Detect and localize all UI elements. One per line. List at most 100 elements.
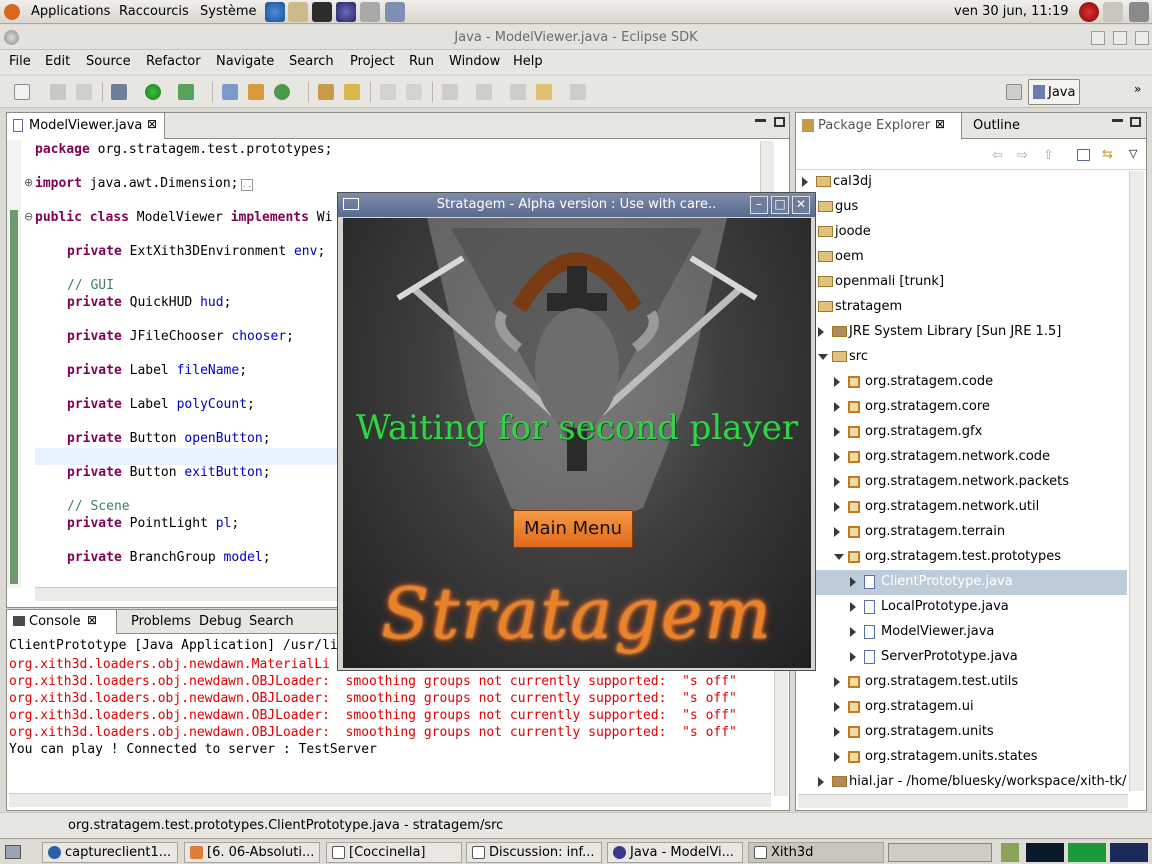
tab-search[interactable]: Search [243,610,300,634]
tree-vertical-scrollbar[interactable] [1129,171,1144,791]
menu-project[interactable]: Project [350,54,394,69]
clock[interactable]: ven 30 jun, 11:19 [954,4,1069,19]
eclipse-launcher-icon[interactable] [336,2,356,22]
collapse-all-icon[interactable] [1077,149,1090,161]
code-line[interactable]: private PointLight pl; [67,516,239,531]
external-tools-icon[interactable] [178,84,194,100]
tree-item[interactable]: org.stratagem.network.code [796,445,1127,470]
menu-raccourcis[interactable]: Raccourcis [119,4,189,19]
last-edit-icon[interactable] [510,84,526,100]
open-perspective-icon[interactable] [1006,84,1022,100]
tree-item[interactable]: org.stratagem.network.packets [796,470,1127,495]
collapsed-arrow-icon[interactable] [834,702,840,712]
shell-launcher-icon[interactable] [360,2,380,22]
tree-item[interactable]: org.stratagem.ui [796,695,1127,720]
code-line[interactable]: public class ModelViewer implements Wi [35,210,332,225]
maximize-button[interactable] [1113,31,1127,45]
tree-item[interactable]: ModelViewer.java [796,620,1127,645]
menu-source[interactable]: Source [86,54,131,69]
code-line[interactable]: import java.awt.Dimension;.. [35,176,254,191]
collapsed-arrow-icon[interactable] [834,452,840,462]
minimize-button[interactable] [1091,31,1105,45]
tree-item[interactable]: org.stratagem.core [796,395,1127,420]
tab-package-explorer[interactable]: Package Explorer ⊠ [796,113,962,139]
menu-systeme[interactable]: Système [200,4,256,19]
menu-search[interactable]: Search [289,54,334,69]
taskbar-item[interactable]: Xith3d [748,842,884,863]
collapsed-arrow-icon[interactable] [834,727,840,737]
tree-horizontal-scrollbar[interactable] [798,794,1128,808]
tree-item[interactable]: org.stratagem.terrain [796,520,1127,545]
new-java-project-icon[interactable] [222,84,238,100]
back-icon[interactable]: ⇦ [992,148,1003,163]
menu-file[interactable]: File [9,54,31,69]
collapsed-arrow-icon[interactable] [818,777,824,787]
tab-outline[interactable]: Outline [973,118,1020,133]
console-horizontal-scrollbar[interactable] [9,793,771,807]
code-line[interactable]: private Label fileName; [67,363,247,378]
bug-icon[interactable] [1079,2,1099,22]
tree-item[interactable]: org.stratagem.test.prototypes [796,545,1127,570]
collapsed-arrow-icon[interactable] [850,652,856,662]
tree-item[interactable]: cal3dj [796,170,1127,195]
search-icon[interactable] [344,84,360,100]
tree-item[interactable]: org.stratagem.units.states [796,745,1127,770]
chevron-more-icon[interactable]: » [1134,82,1141,96]
menu-window[interactable]: Window [449,54,500,69]
logout-icon[interactable] [1129,2,1149,22]
new-class-icon[interactable] [274,84,290,100]
collapsed-arrow-icon[interactable] [850,627,856,637]
taskbar-item[interactable]: Discussion: inf... [466,842,602,863]
code-line[interactable]: private Button exitButton; [67,465,271,480]
main-menu-button[interactable]: Main Menu [513,510,633,548]
collapsed-arrow-icon[interactable] [802,177,808,187]
minimize-view-icon[interactable] [755,119,766,122]
collapsed-arrow-icon[interactable] [834,377,840,387]
link-editor-icon[interactable]: ⇆ [1102,147,1113,162]
code-line[interactable]: private BranchGroup model; [67,550,271,565]
taskbar-item[interactable]: [Coccinella] [326,842,462,863]
maximize-view-icon[interactable] [774,117,785,127]
code-line[interactable]: private Button openButton; [67,431,271,446]
tree-item[interactable]: org.stratagem.test.utils [796,670,1127,695]
tree-item[interactable]: stratagem [796,295,1127,320]
collapsed-arrow-icon[interactable] [850,602,856,612]
forward-icon[interactable]: ⇨ [1017,148,1028,163]
collapsed-arrow-icon[interactable] [834,427,840,437]
close-button[interactable] [1135,31,1149,45]
next-annotation-icon[interactable] [442,84,458,100]
collapsed-arrow-icon[interactable] [834,402,840,412]
game-minimize-button[interactable]: – [750,196,768,214]
close-tab-icon[interactable]: ⊠ [935,117,945,131]
menu-edit[interactable]: Edit [45,54,70,69]
new-package-icon[interactable] [248,84,264,100]
new-icon[interactable] [14,84,30,100]
game-close-button[interactable]: ✕ [792,196,810,214]
expanded-arrow-icon[interactable] [818,354,828,360]
back-icon[interactable] [536,84,552,100]
maximize-view-icon[interactable] [1130,117,1141,127]
trash-icon[interactable] [1001,843,1019,862]
collapsed-arrow-icon[interactable] [834,677,840,687]
terminal-launcher-icon[interactable] [312,2,332,22]
view-menu-icon[interactable]: ▽ [1129,147,1137,160]
close-tab-icon[interactable]: ⊠ [87,613,97,627]
volume-icon[interactable] [1103,2,1123,22]
tab-debug[interactable]: Debug [193,610,248,634]
up-icon[interactable]: ⇧ [1043,148,1054,163]
menu-run[interactable]: Run [409,54,434,69]
firefox-launcher-icon[interactable] [265,2,285,22]
mark-occurrences-icon[interactable] [380,84,396,100]
collapsed-arrow-icon[interactable] [834,502,840,512]
code-line[interactable]: private JFileChooser chooser; [67,329,294,344]
collapsed-arrow-icon[interactable] [834,477,840,487]
menu-refactor[interactable]: Refactor [146,54,201,69]
tree-item[interactable]: gus [796,195,1127,220]
collapsed-arrow-icon[interactable] [818,327,824,337]
code-line[interactable]: package org.stratagem.test.prototypes; [35,142,332,157]
ubuntu-logo-icon[interactable] [4,4,20,20]
tree-item[interactable]: ServerPrototype.java [796,645,1127,670]
collapsed-arrow-icon[interactable] [834,527,840,537]
tab-problems[interactable]: Problems [125,610,197,634]
collapse-class-icon[interactable]: ⊖ [24,210,33,223]
